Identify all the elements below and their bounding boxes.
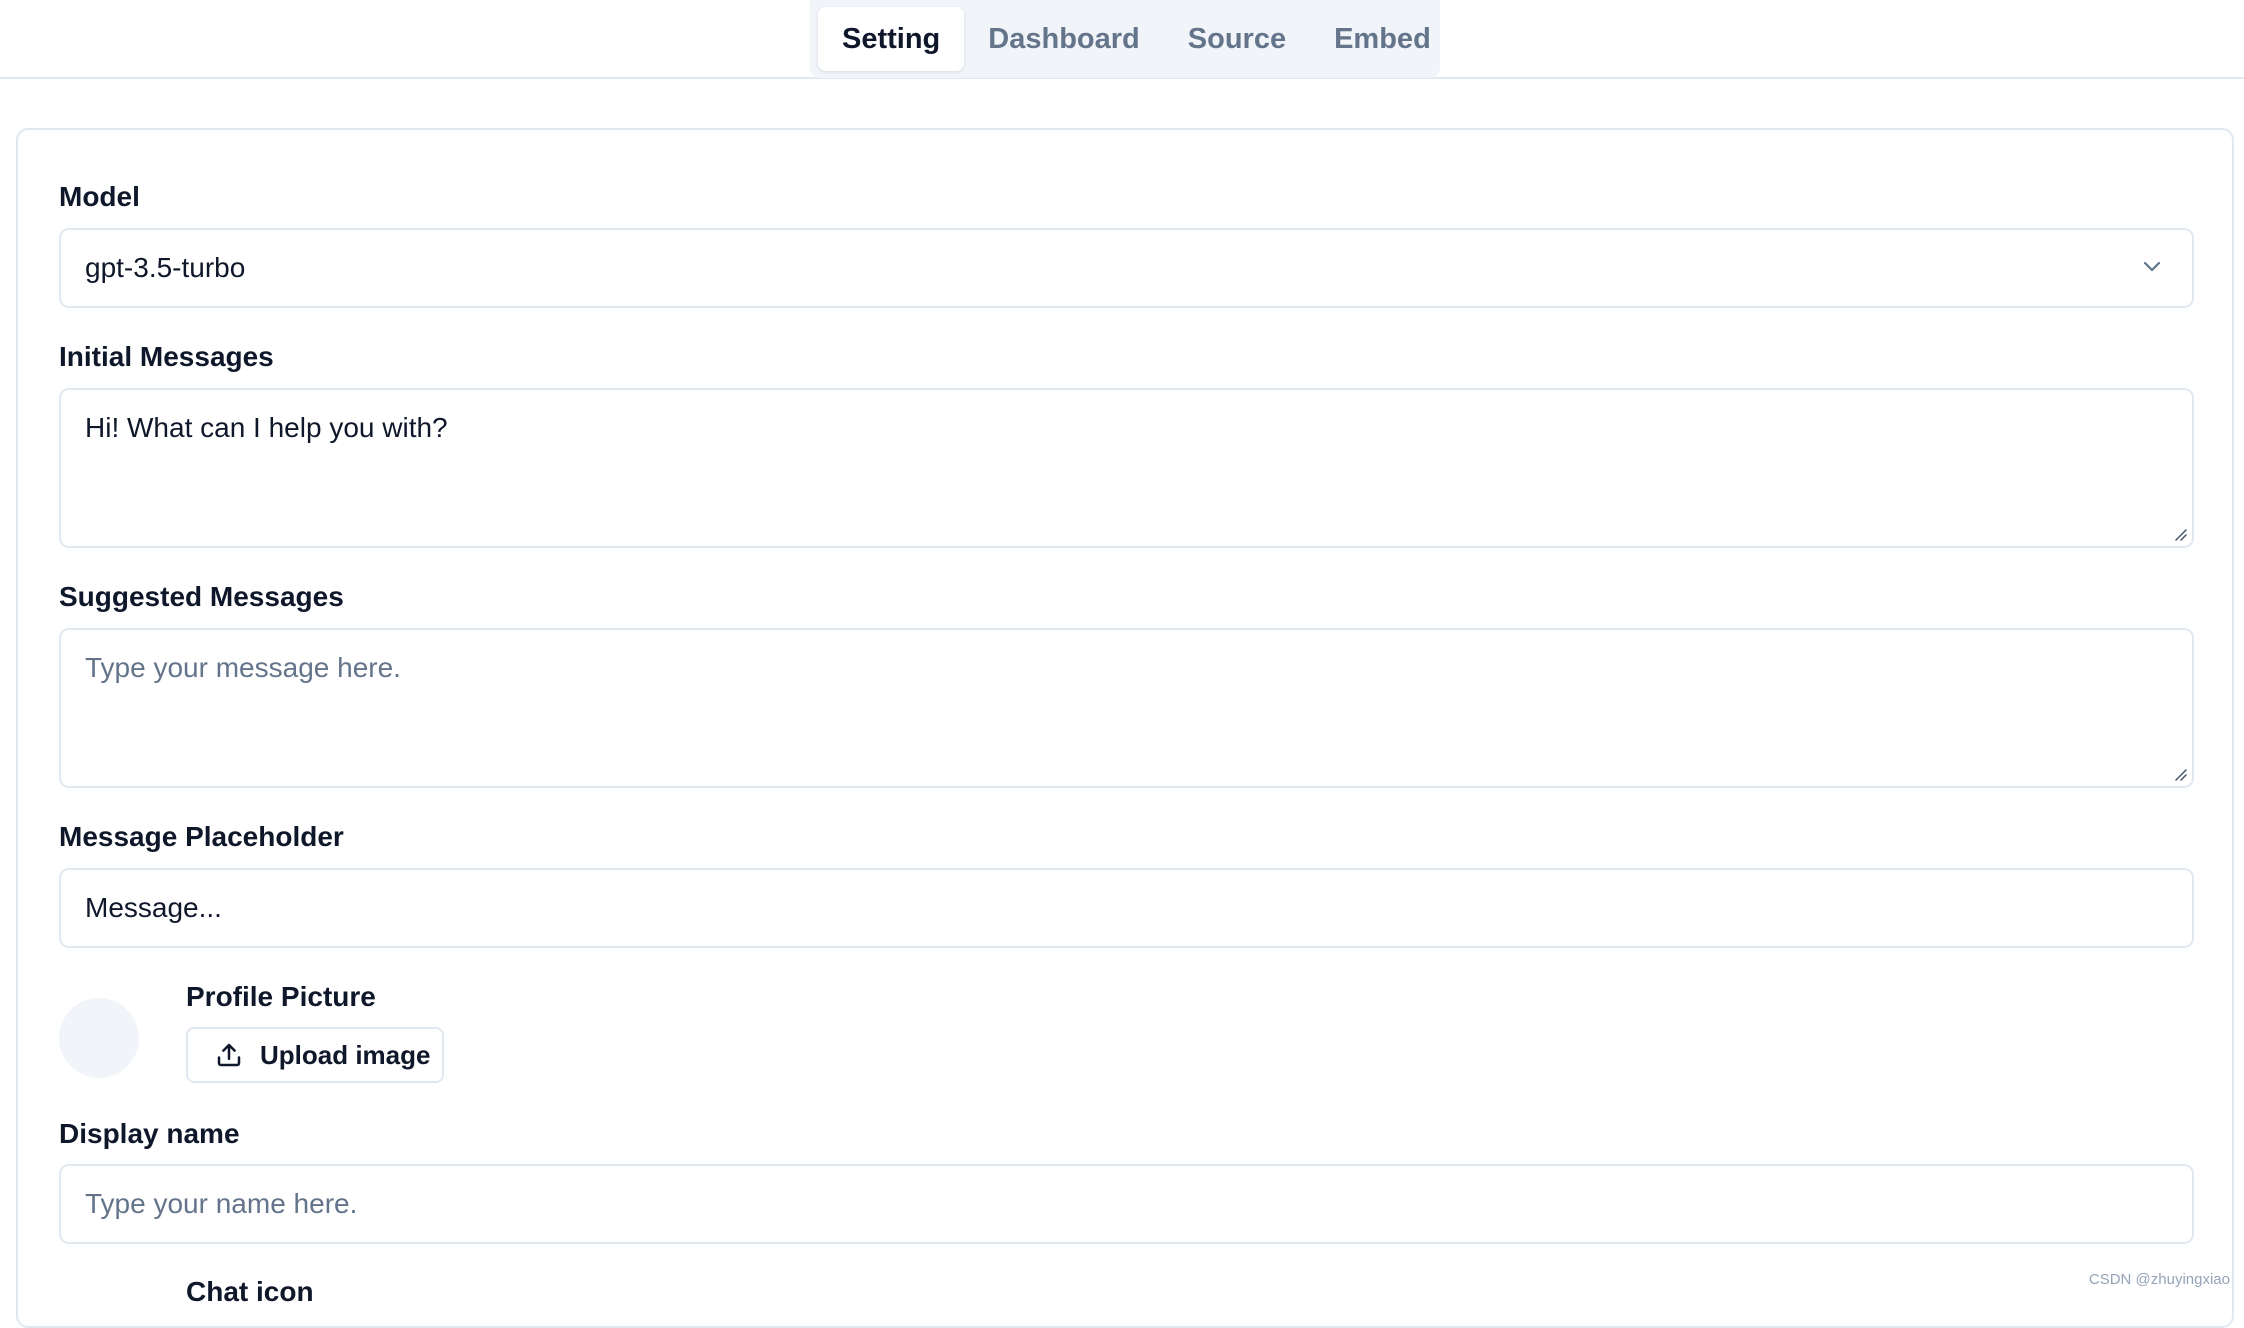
watermark: CSDN @zhuyingxiao <box>2089 1271 2230 1288</box>
display-name-input[interactable]: Type your name here. <box>59 1164 2194 1244</box>
tab-dashboard[interactable]: Dashboard <box>964 7 1163 71</box>
upload-image-button[interactable]: Upload image <box>186 1027 444 1083</box>
top-navigation-bar: Setting Dashboard Source Embed <box>0 0 2244 79</box>
model-label: Model <box>59 181 140 213</box>
initial-messages-textarea[interactable]: Hi! What can I help you with? <box>59 388 2194 548</box>
tab-setting[interactable]: Setting <box>818 7 964 71</box>
profile-picture-label: Profile Picture <box>186 981 376 1013</box>
settings-card: Model gpt-3.5-turbo Initial Messages Hi!… <box>16 128 2234 1328</box>
model-select-value: gpt-3.5-turbo <box>85 252 245 284</box>
tab-list: Setting Dashboard Source Embed <box>810 0 1440 78</box>
upload-image-label: Upload image <box>260 1040 430 1071</box>
suggested-messages-textarea[interactable]: Type your message here. <box>59 628 2194 788</box>
message-placeholder-input[interactable]: Message... <box>59 868 2194 948</box>
tab-source[interactable]: Source <box>1164 7 1310 71</box>
resize-handle-icon[interactable] <box>2172 766 2188 782</box>
tab-embed[interactable]: Embed <box>1310 7 1455 71</box>
chat-icon-label: Chat icon <box>186 1276 314 1308</box>
suggested-messages-placeholder: Type your message here. <box>85 652 401 684</box>
message-placeholder-label: Message Placeholder <box>59 821 344 853</box>
message-placeholder-value: Message... <box>85 892 222 924</box>
resize-handle-icon[interactable] <box>2172 526 2188 542</box>
suggested-messages-label: Suggested Messages <box>59 581 344 613</box>
display-name-placeholder: Type your name here. <box>85 1188 357 1220</box>
upload-icon <box>214 1040 244 1070</box>
initial-messages-value: Hi! What can I help you with? <box>85 412 448 444</box>
display-name-label: Display name <box>59 1118 240 1150</box>
model-select[interactable]: gpt-3.5-turbo <box>59 228 2194 308</box>
chevron-down-icon <box>2140 254 2164 278</box>
profile-picture-avatar <box>59 998 139 1078</box>
initial-messages-label: Initial Messages <box>59 341 274 373</box>
